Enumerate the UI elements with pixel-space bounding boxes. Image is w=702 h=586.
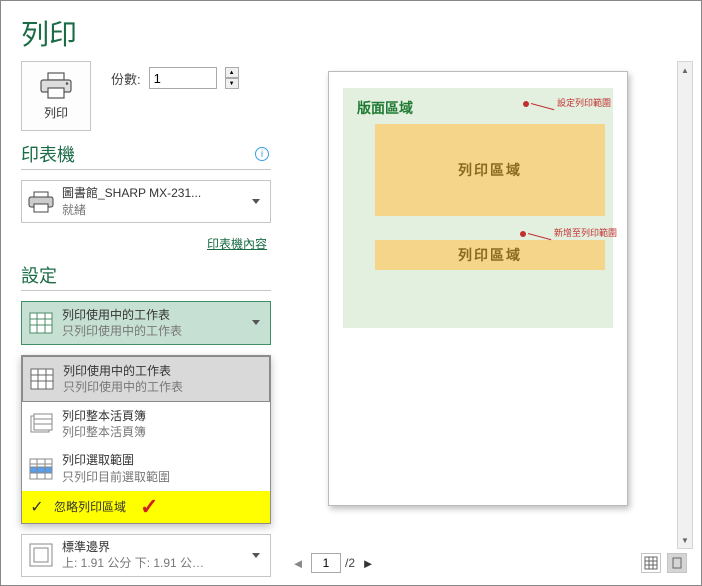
main-area: 列印 份數: ▲ ▼ 印表機 i — [1, 61, 701, 585]
preview-page: 版面區域 設定列印範圍 列印區域 新增至列印範圍 列印區域 — [328, 71, 628, 506]
option-active-sheets[interactable]: 列印使用中的工作表 只列印使用中的工作表 — [22, 356, 270, 402]
next-page-button[interactable]: ► — [359, 554, 377, 572]
info-icon[interactable]: i — [255, 147, 269, 161]
left-panel: 列印 份數: ▲ ▼ 印表機 i — [21, 61, 271, 577]
page-number-input[interactable] — [311, 553, 341, 573]
printer-device-icon — [28, 189, 54, 215]
settings-section-header: 設定 — [21, 262, 271, 291]
preview-area: 版面區域 設定列印範圍 列印區域 新增至列印範圍 列印區域 — [283, 61, 673, 549]
preview-panel: 版面區域 設定列印範圍 列印區域 新增至列印範圍 列印區域 ▲ ▼ — [283, 61, 693, 577]
print-zone-1: 列印區域 — [375, 124, 605, 216]
printer-section-header: 印表機 i — [21, 141, 271, 170]
printer-icon — [39, 72, 73, 100]
scroll-track[interactable] — [678, 78, 692, 532]
sheet-icon — [28, 310, 54, 336]
print-button[interactable]: 列印 — [21, 61, 91, 131]
scroll-up[interactable]: ▲ — [678, 62, 692, 78]
checkmark-icon: ✓ — [28, 497, 46, 517]
printer-properties-link[interactable]: 印表機內容 — [21, 233, 271, 252]
prev-page-button[interactable]: ◄ — [289, 554, 307, 572]
page-navigation: ◄ /2 ► — [283, 549, 693, 577]
printer-dropdown-text: 圖書館_SHARP MX-231... 就緒 — [62, 185, 240, 217]
copies-label: 份數: — [111, 69, 141, 88]
copies-row: 份數: ▲ ▼ — [111, 67, 239, 89]
workbook-icon — [28, 411, 54, 437]
print-row: 列印 份數: ▲ ▼ — [21, 61, 271, 131]
copies-spinner: ▲ ▼ — [225, 67, 239, 89]
grid-icon — [644, 556, 658, 570]
zoom-to-page-button[interactable] — [667, 553, 687, 573]
selection-icon — [28, 456, 54, 482]
copies-input[interactable] — [149, 67, 217, 89]
print-what-dropdown[interactable]: 列印使用中的工作表 只列印使用中的工作表 — [21, 301, 271, 344]
page-total: /2 — [345, 556, 355, 570]
copies-up[interactable]: ▲ — [225, 67, 239, 78]
page-fit-icon — [670, 556, 684, 570]
printer-dropdown[interactable]: 圖書館_SHARP MX-231... 就緒 — [21, 180, 271, 223]
scroll-down[interactable]: ▼ — [678, 532, 692, 548]
chevron-down-icon — [252, 199, 260, 204]
print-what-options-list: 列印使用中的工作表 只列印使用中的工作表 列印整本活頁簿 列印整本活頁簿 — [21, 355, 271, 524]
chevron-down-icon — [252, 553, 260, 558]
sheet-icon — [29, 366, 55, 392]
option-entire-workbook[interactable]: 列印整本活頁簿 列印整本活頁簿 — [22, 402, 270, 446]
margins-icon — [28, 542, 54, 568]
page-title: 列印 — [1, 1, 701, 61]
callout-2: 新增至列印範圍 — [520, 226, 617, 239]
print-what-selected-text: 列印使用中的工作表 只列印使用中的工作表 — [62, 307, 240, 339]
copies-down[interactable]: ▼ — [225, 78, 239, 89]
vertical-scrollbar[interactable]: ▲ ▼ — [677, 61, 693, 549]
callout-1: 設定列印範圍 — [523, 96, 611, 109]
option-selection[interactable]: 列印選取範圍 只列印目前選取範圍 — [22, 446, 270, 490]
show-margins-button[interactable] — [641, 553, 661, 573]
margins-dropdown[interactable]: 標準邊界 上: 1.91 公分 下: 1.91 公… — [21, 534, 271, 577]
print-button-label: 列印 — [44, 104, 68, 121]
print-zone-2: 列印區域 — [375, 240, 605, 270]
chevron-down-icon — [252, 320, 260, 325]
option-ignore-print-area[interactable]: ✓ 忽略列印區域 ✓ — [22, 491, 270, 523]
red-annotation-check: ✓ — [140, 494, 158, 520]
page-content-region: 版面區域 設定列印範圍 列印區域 新增至列印範圍 列印區域 — [343, 88, 613, 328]
